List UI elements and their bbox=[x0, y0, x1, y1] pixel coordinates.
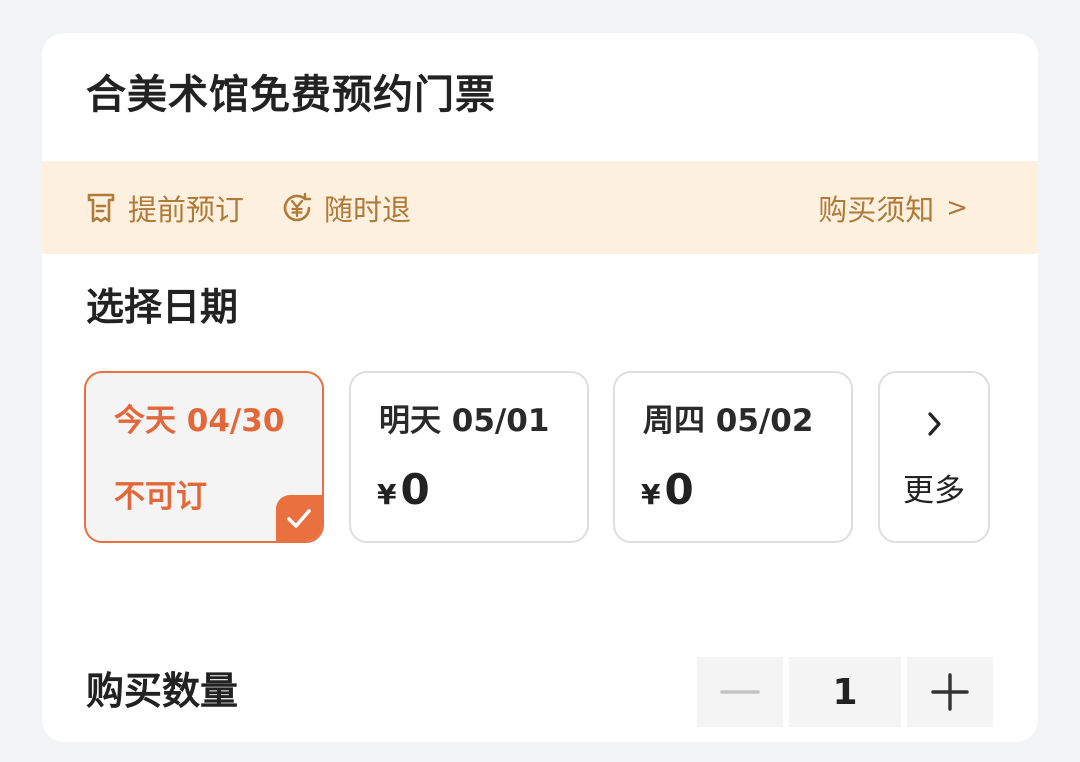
date-option-label: 明天 05/01 bbox=[379, 403, 550, 439]
currency-symbol: ¥ bbox=[641, 478, 661, 511]
quantity-stepper: 1 bbox=[697, 657, 993, 727]
more-dates-label: 更多 bbox=[903, 473, 965, 509]
feature-banner: 提前预订 随时退 购买须知 > bbox=[42, 161, 1038, 254]
receipt-icon bbox=[84, 191, 118, 225]
currency-symbol: ¥ bbox=[377, 478, 397, 511]
purchase-notice-label: 购买须知 bbox=[818, 192, 935, 227]
price-amount: 0 bbox=[664, 465, 694, 514]
feature-refund-anytime-label: 随时退 bbox=[324, 192, 412, 227]
price-amount: 0 bbox=[400, 465, 430, 514]
date-option-today[interactable]: 今天 04/30 不可订 bbox=[84, 371, 324, 543]
date-option-status: 不可订 bbox=[114, 479, 207, 515]
purchase-notice-link[interactable]: 购买须知 > bbox=[818, 161, 968, 254]
feature-advance-booking: 提前预订 bbox=[84, 161, 244, 254]
more-dates-button[interactable]: 更多 bbox=[878, 371, 990, 543]
feature-refund-anytime: 随时退 bbox=[280, 161, 411, 254]
date-option-label: 周四 05/02 bbox=[643, 403, 814, 439]
decrement-button[interactable] bbox=[697, 657, 783, 727]
chevron-right-icon bbox=[880, 407, 988, 445]
yen-circle-icon bbox=[280, 191, 314, 225]
date-option-label: 今天 04/30 bbox=[114, 403, 285, 439]
ticket-card: 合美术馆免费预约门票 提前预订 随时退 购买须知 > 选择日期 今天 04/30… bbox=[42, 33, 1038, 742]
date-option-price: ¥0 bbox=[641, 465, 694, 524]
date-option-price: ¥0 bbox=[377, 465, 430, 524]
quantity-value[interactable]: 1 bbox=[789, 657, 901, 727]
checkmark-icon bbox=[276, 495, 322, 541]
feature-advance-booking-label: 提前预订 bbox=[128, 192, 245, 227]
date-option-thursday[interactable]: 周四 05/02 ¥0 bbox=[613, 371, 853, 543]
minus-icon bbox=[720, 690, 760, 694]
plus-icon bbox=[931, 673, 969, 711]
ticket-title: 合美术馆免费预约门票 bbox=[86, 72, 496, 118]
increment-button[interactable] bbox=[907, 657, 993, 727]
date-option-tomorrow[interactable]: 明天 05/01 ¥0 bbox=[349, 371, 589, 543]
quantity-section-title: 购买数量 bbox=[86, 669, 239, 713]
date-section-title: 选择日期 bbox=[86, 285, 239, 329]
chevron-right-icon: > bbox=[946, 192, 968, 223]
